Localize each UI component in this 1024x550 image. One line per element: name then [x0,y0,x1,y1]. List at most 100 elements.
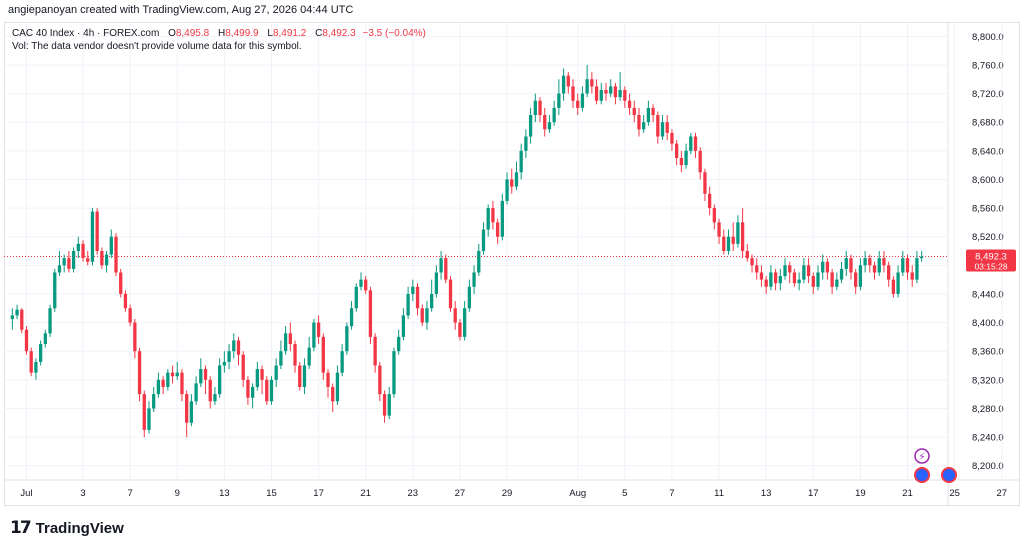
candle-body [599,89,603,101]
candle-body [665,122,669,133]
candle-body [816,272,820,287]
x-tick-label: 13 [219,488,230,499]
candle-body [364,279,368,291]
x-tick-label: 7 [127,488,132,499]
candle-body [411,286,415,294]
candle-body [81,243,85,259]
candle-body [76,243,80,251]
x-tick-label: 23 [408,488,419,499]
candle-body [905,258,910,273]
candle-body [477,251,481,273]
candle-body [594,86,599,101]
dividend-dot-icon[interactable] [941,467,957,483]
candle-body [444,258,448,280]
x-tick-label: 21 [360,488,371,499]
candle-body [830,272,834,287]
candle-body [236,340,241,355]
tradingview-logo-icon: 17 [10,518,32,538]
candle-body [707,193,712,209]
candle-body [750,258,754,266]
candle-body [839,268,844,280]
candle-body [434,272,439,294]
candle-body [100,251,104,266]
candle-body [128,308,132,323]
x-tick-label: 27 [455,488,466,499]
y-tick-label: 8,560.0 [972,204,1004,215]
candle-body [495,222,500,237]
candle-body [392,351,396,395]
candle-body [10,315,15,319]
candle-body [359,279,363,287]
credit-text: angiepanoyan created with TradingView.co… [8,4,354,16]
candle-body [373,336,377,366]
last-price-tag[interactable]: 8,492.303:15:28 [966,249,1016,272]
candle-body [90,211,95,262]
x-tick-label: 13 [761,488,772,499]
candle-body [114,236,118,273]
candle-body [538,100,542,116]
candle-body [580,93,585,108]
candle-body [420,308,424,323]
y-tick-label: 8,520.0 [972,232,1004,243]
candle-body [255,369,259,387]
candlestick-chart[interactable]: 8,200.0 8,240.0 8,280.0 8,320.0 8,360.0 8,400… [4,22,1020,506]
x-tick-label: Jul [20,488,32,499]
candle-body [788,265,792,273]
dividend-dot-icon[interactable] [914,467,930,483]
candle-body [604,89,608,94]
candle-body [915,258,919,280]
candle-body [773,272,778,284]
y-tick-label: 8,200.0 [972,461,1004,472]
candle-body [759,272,764,280]
y-tick-label: 8,440.0 [972,289,1004,300]
tradingview-logo[interactable]: 17 TradingView [10,518,124,538]
x-tick-label: 11 [714,488,724,499]
candle-body [675,143,679,158]
candle-body [38,344,43,362]
candle-body [448,279,453,309]
candle-body [142,394,146,430]
candle-body [684,150,688,166]
candle-body [15,309,19,316]
candle-body [590,79,594,87]
candle-body [491,208,495,223]
candle-body [910,272,914,280]
candle-body [764,279,768,287]
x-tick-label: 17 [808,488,819,499]
candle-body [156,379,161,395]
candle-body [302,365,307,387]
candle-body [265,379,269,402]
candle-body [119,272,123,294]
candle-body [218,365,222,395]
candle-body [882,258,886,266]
candle-body [849,258,853,273]
volume-note: Vol: The data vendor doesn't provide vol… [12,41,302,52]
candle-body [382,394,387,416]
candle-body [519,150,523,173]
x-tick-label: 15 [266,488,277,499]
candle-body [896,272,900,294]
price-tag-countdown: 03:15:28 [974,262,1007,272]
candle-body [627,100,632,108]
candle-body [646,107,651,123]
candle-body [293,344,297,366]
candle-body [854,272,858,287]
candle-body [543,115,547,130]
candle-body [166,372,170,387]
y-tick-label: 8,400.0 [972,318,1004,329]
candle-body [533,100,537,116]
x-tick-label: 19 [855,488,866,499]
high-value: 8,499.9 [225,28,259,39]
x-tick-label: 29 [502,488,513,499]
candle-body [208,379,212,402]
candle-body [368,290,373,337]
candle-body [62,258,66,266]
y-tick-label: 8,320.0 [972,375,1004,386]
candle-body [821,261,825,273]
open-label: O [168,28,176,39]
candle-body [20,309,24,330]
candle-body [48,308,52,334]
candle-body [632,107,636,116]
candle-body [274,365,278,380]
candle-body [34,361,38,373]
